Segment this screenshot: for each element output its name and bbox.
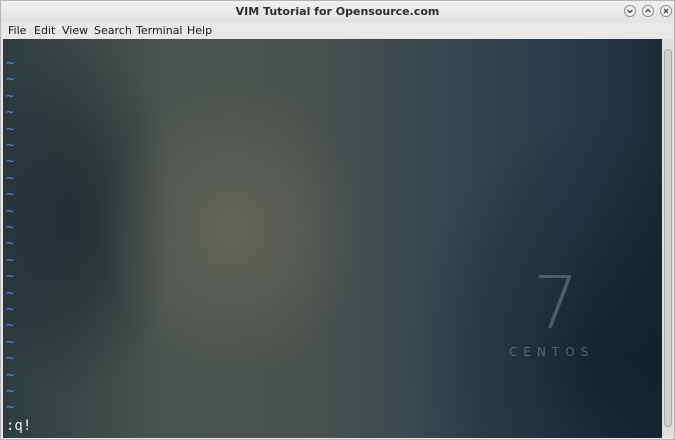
scrollbar-thumb[interactable] (664, 49, 672, 427)
vim-tilde-line: ~ (6, 138, 14, 153)
vim-command-line: :q! (6, 418, 32, 434)
maximize-button[interactable] (642, 5, 654, 17)
chevron-down-icon (627, 9, 633, 14)
vim-tilde-line: ~ (6, 72, 14, 88)
vim-tilde-line: ~ (6, 88, 14, 104)
vim-tilde-line: ~ (6, 302, 14, 317)
terminal-scrollbar[interactable] (662, 39, 674, 438)
vim-tilde-line: ~ (6, 236, 14, 252)
chevron-up-icon (645, 8, 651, 13)
vim-tilde-line: ~ (6, 121, 14, 137)
vim-tilde-line: ~ (6, 334, 14, 350)
menu-view[interactable]: View (62, 24, 88, 37)
vim-tilde-line: ~ (6, 269, 14, 285)
centos-logo-number: 7 (533, 261, 579, 345)
vim-tilde-line: ~ (6, 285, 14, 301)
vim-tilde-line: ~ (6, 351, 14, 367)
menu-edit[interactable]: Edit (34, 24, 55, 37)
terminal-window: VIM Tutorial for Opensource.com File Edi… (0, 0, 675, 440)
vim-tilde-line: ~ (6, 203, 14, 219)
centos-logo-text: CENTOS (509, 345, 595, 359)
vim-tilde-line: ~ (6, 384, 14, 399)
vim-tilde-line: ~ (6, 400, 14, 416)
close-button[interactable] (660, 5, 672, 17)
menu-file[interactable]: File (8, 24, 26, 37)
close-icon (663, 8, 669, 14)
menu-bar: File Edit View Search Terminal Help (1, 22, 674, 39)
vim-tilde-line: ~ (6, 367, 14, 383)
menu-terminal[interactable]: Terminal (136, 24, 183, 37)
menu-search[interactable]: Search (94, 24, 132, 37)
vim-tilde-line: ~ (6, 220, 14, 235)
window-title: VIM Tutorial for Opensource.com (235, 5, 440, 18)
vim-tilde-line: ~ (6, 187, 14, 203)
vim-tilde-line: ~ (6, 105, 14, 121)
terminal-screen[interactable]: 7 CENTOS ~ ~ ~ ~ ~ ~ ~ ~ ~ ~ ~ ~ ~ ~ ~ ~ ~ ~ ~ ~ ~ ~ :q! (3, 39, 662, 438)
menu-help[interactable]: Help (187, 24, 212, 37)
vim-tilde-line: ~ (6, 154, 14, 170)
vim-tilde-line: ~ (6, 252, 14, 268)
title-bar[interactable]: VIM Tutorial for Opensource.com (1, 1, 674, 22)
minimize-button[interactable] (624, 5, 636, 17)
vim-tilde-line: ~ (6, 170, 14, 186)
vim-tilde-line: ~ (6, 318, 14, 334)
vim-tilde-line: ~ (6, 56, 14, 71)
